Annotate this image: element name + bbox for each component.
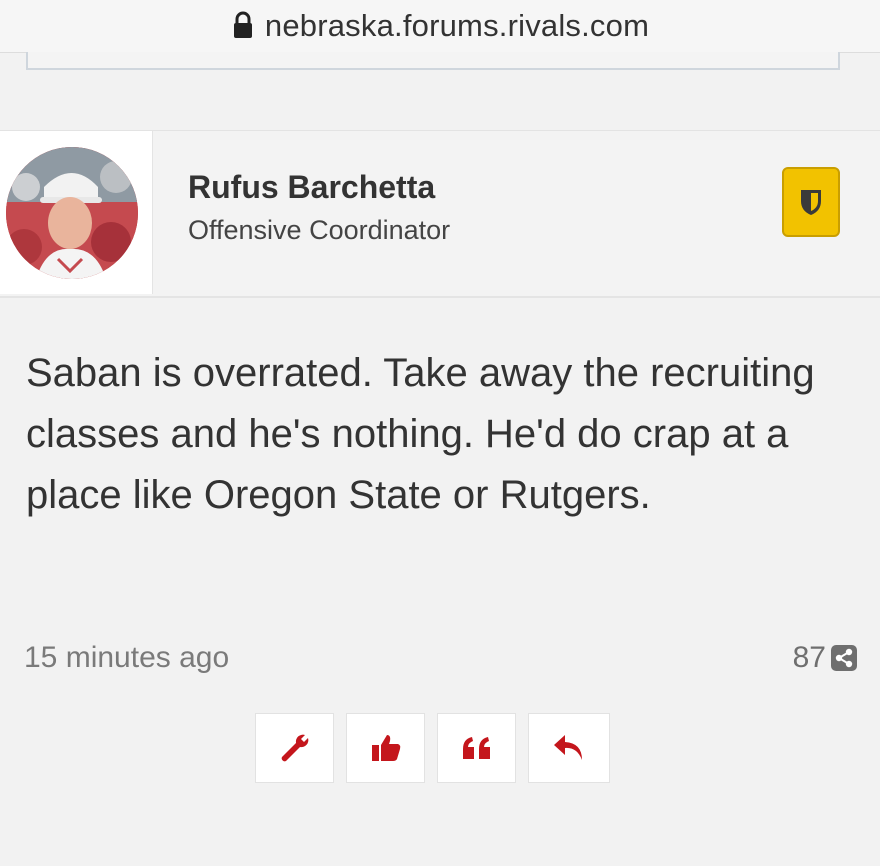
reply-icon	[554, 735, 582, 760]
quote-button[interactable]	[437, 713, 516, 783]
thumbs-up-icon	[371, 735, 400, 761]
lock-icon	[233, 11, 252, 38]
avatar[interactable]	[6, 147, 138, 279]
previous-post-edge	[26, 52, 840, 70]
url-text: nebraska.forums.rivals.com	[264, 8, 650, 43]
share-control[interactable]: 87	[793, 641, 858, 675]
reply-button[interactable]	[528, 713, 610, 783]
author-title: Offensive Coordinator	[188, 215, 451, 245]
share-icon[interactable]	[830, 644, 858, 672]
post-header: Rufus Barchetta Offensive Coordinator	[0, 131, 880, 298]
author-name[interactable]: Rufus Barchetta	[188, 169, 435, 206]
shield-badge-icon[interactable]	[782, 167, 840, 237]
forum-post: Rufus Barchetta Offensive Coordinator Sa…	[0, 130, 880, 866]
screen: nebraska.forums.rivals.com Rufus Barchet…	[0, 0, 880, 866]
avatar-cell	[0, 131, 153, 294]
like-button[interactable]	[346, 713, 425, 783]
share-count: 87	[792, 641, 826, 674]
post-actions	[0, 713, 880, 783]
address-bar[interactable]: nebraska.forums.rivals.com	[0, 0, 880, 53]
wrench-icon	[281, 734, 308, 762]
post-message: Saban is overrated. Take away the recrui…	[26, 351, 815, 517]
moderate-button[interactable]	[255, 713, 334, 783]
post-timestamp[interactable]: 15 minutes ago	[24, 641, 229, 675]
quote-icon	[462, 737, 490, 759]
